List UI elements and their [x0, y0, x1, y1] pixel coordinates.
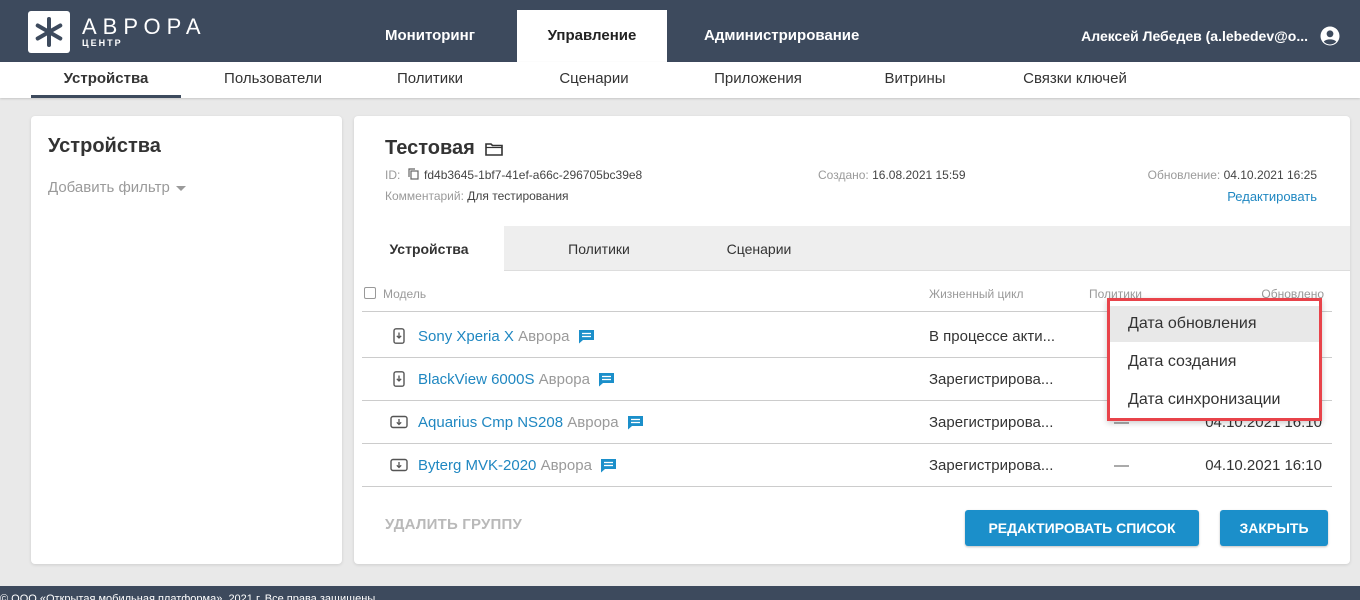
updated-cell: 04.10.2021 16:10 [1205, 457, 1322, 474]
sort-option-update-date[interactable]: Дата обновления [1110, 306, 1319, 342]
device-model-link[interactable]: Sony Xperia X [418, 328, 514, 345]
user-name: Алексей Лебедев (a.lebedev@o... [1081, 28, 1308, 44]
footer: © ООО «Открытая мобильная платформа», 20… [0, 586, 1360, 600]
user-menu[interactable]: Алексей Лебедев (a.lebedev@o... [1081, 10, 1340, 62]
edit-list-button[interactable]: РЕДАКТИРОВАТЬ СПИСОК [965, 510, 1199, 546]
phone-icon [393, 371, 405, 387]
device-model-cell: Sony Xperia X Аврора [418, 328, 595, 345]
group-id-value: fd4b3645-1bf7-41ef-a66c-296705bc39e8 [424, 168, 643, 182]
logo-subtitle: ЦЕНТР [82, 37, 123, 48]
tab-management[interactable]: Управление [517, 10, 667, 62]
delete-group-button[interactable]: УДАЛИТЬ ГРУППУ [385, 516, 522, 533]
subnav-storefronts-label: Витрины [884, 70, 946, 87]
group-created-value: 16.08.2021 15:59 [872, 168, 966, 182]
phone-icon [393, 328, 405, 344]
device-model-link[interactable]: Byterg MVK-2020 [418, 457, 536, 474]
lifecycle-cell: В процессе акти... [929, 328, 1056, 345]
message-icon[interactable] [600, 458, 617, 473]
tab-administration-label: Администрирование [704, 27, 860, 44]
subnav-keychains-label: Связки ключей [1023, 70, 1127, 87]
subnav-applications[interactable]: Приложения [693, 62, 823, 98]
group-id-label: ID: [385, 168, 401, 182]
aurora-logo-icon [28, 11, 70, 53]
tab-monitoring-label: Мониторинг [385, 27, 475, 44]
column-model[interactable]: Модель [383, 287, 426, 301]
subnav-devices[interactable]: Устройства [31, 62, 181, 98]
close-button[interactable]: ЗАКРЫТЬ [1220, 510, 1328, 546]
group-comment: Комментарий: Для тестирования [385, 189, 569, 203]
device-model-cell: Byterg MVK-2020 Аврора [418, 457, 617, 474]
copy-icon[interactable] [408, 168, 419, 180]
group-tabs: Устройства Политики Сценарии [354, 226, 1350, 272]
device-os: Аврора [518, 328, 570, 345]
group-comment-value: Для тестирования [467, 189, 569, 203]
subnav-keychains[interactable]: Связки ключей [1005, 62, 1145, 98]
subnav-scenarios-label: Сценарии [559, 70, 629, 87]
group-updated: Обновление: 04.10.2021 16:25 [1148, 168, 1317, 182]
policies-cell: — [1114, 457, 1129, 474]
tab-monitoring[interactable]: Мониторинг [385, 10, 515, 62]
subnav-storefronts[interactable]: Витрины [860, 62, 970, 98]
add-filter-button[interactable]: Добавить фильтр [48, 179, 186, 196]
top-bar: АВРОРА ЦЕНТР Мониторинг Управление Админ… [0, 0, 1360, 62]
group-comment-label: Комментарий: [385, 189, 464, 203]
group-created: Создано: 16.08.2021 15:59 [818, 168, 966, 182]
logo-name: АВРОРА [82, 13, 207, 39]
device-os: Аврора [540, 457, 592, 474]
select-all-checkbox[interactable] [364, 287, 376, 299]
column-lifecycle[interactable]: Жизненный цикл [929, 287, 1023, 301]
logo[interactable]: АВРОРА ЦЕНТР [28, 11, 207, 53]
sort-dropdown-menu: Дата обновления Дата создания Дата синхр… [1107, 298, 1322, 421]
folder-icon [484, 142, 503, 156]
device-model-cell: Aquarius Cmp NS208 Аврора [418, 414, 644, 431]
tab-group-scenarios[interactable]: Сценарии [694, 226, 824, 272]
lifecycle-cell: Зарегистрирова... [929, 457, 1054, 474]
tab-group-devices-label: Устройства [389, 241, 469, 257]
tablet-icon [390, 415, 408, 429]
edit-group-link[interactable]: Редактировать [1227, 189, 1317, 204]
tab-group-policies-label: Политики [568, 241, 630, 257]
subnav-users-label: Пользователи [224, 70, 322, 87]
subnav-users[interactable]: Пользователи [198, 62, 348, 98]
message-icon[interactable] [598, 372, 615, 387]
group-updated-label: Обновление: [1147, 168, 1221, 182]
device-os: Аврора [567, 414, 619, 431]
tablet-icon [390, 458, 408, 472]
table-row[interactable]: Byterg MVK-2020 Аврора Зарегистрирова...… [362, 444, 1332, 487]
sub-navigation: Устройства Пользователи Политики Сценари… [0, 62, 1360, 98]
sort-option-create-date[interactable]: Дата создания [1110, 344, 1319, 380]
filter-panel: Устройства Добавить фильтр [31, 116, 342, 564]
device-os: Аврора [538, 371, 590, 388]
group-id: ID: fd4b3645-1bf7-41ef-a66c-296705bc39e8 [385, 168, 642, 182]
footer-copyright: © ООО «Открытая мобильная платформа», 20… [0, 593, 376, 600]
tab-management-label: Управление [547, 27, 637, 44]
subnav-policies[interactable]: Политики [365, 62, 495, 98]
message-icon[interactable] [578, 329, 595, 344]
subnav-applications-label: Приложения [714, 70, 802, 87]
device-model-link[interactable]: Aquarius Cmp NS208 [418, 414, 563, 431]
subnav-policies-label: Политики [396, 70, 464, 87]
tab-group-policies[interactable]: Политики [534, 226, 664, 272]
tab-administration[interactable]: Администрирование [704, 10, 904, 62]
add-filter-label: Добавить фильтр [48, 179, 170, 196]
tab-group-devices[interactable]: Устройства [354, 226, 504, 272]
device-model-cell: BlackView 6000S Аврора [418, 371, 615, 388]
subnav-scenarios[interactable]: Сценарии [529, 62, 659, 98]
chevron-down-icon [175, 185, 186, 191]
group-created-label: Создано: [818, 168, 869, 182]
lifecycle-cell: Зарегистрирова... [929, 371, 1054, 388]
message-icon[interactable] [627, 415, 644, 430]
sort-option-sync-date[interactable]: Дата синхронизации [1110, 382, 1319, 418]
group-updated-value: 04.10.2021 16:25 [1223, 168, 1317, 182]
lifecycle-cell: Зарегистрирова... [929, 414, 1054, 431]
tab-group-scenarios-label: Сценарии [726, 241, 792, 257]
group-title: Тестовая [385, 137, 503, 160]
device-model-link[interactable]: BlackView 6000S [418, 371, 534, 388]
user-avatar-icon [1320, 26, 1340, 46]
group-name: Тестовая [385, 137, 475, 159]
subnav-devices-label: Устройства [63, 70, 149, 87]
filter-panel-title: Устройства [48, 135, 161, 157]
